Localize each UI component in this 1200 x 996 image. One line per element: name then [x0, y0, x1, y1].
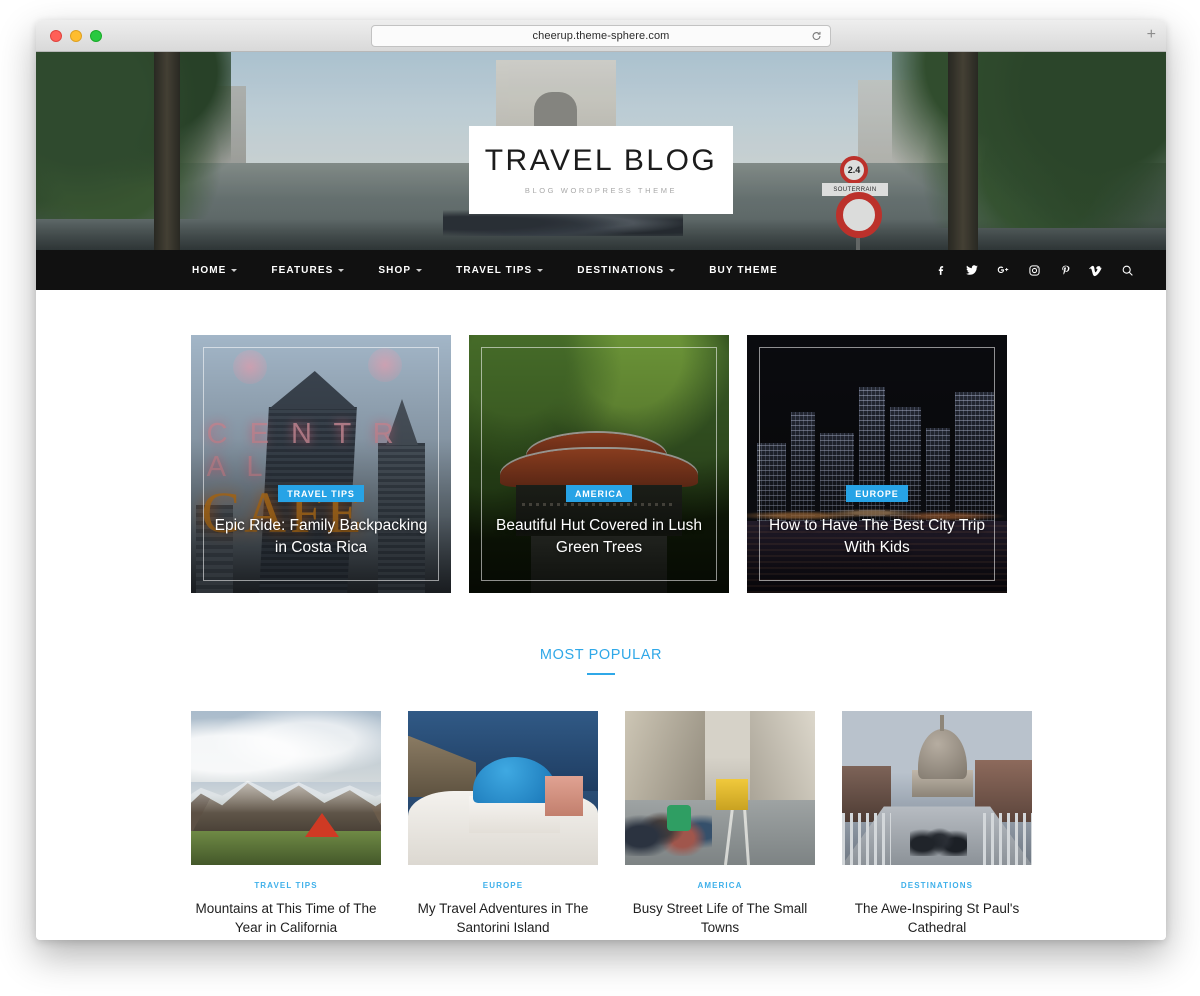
url-text: cheerup.theme-sphere.com: [532, 30, 670, 42]
category-badge[interactable]: AMERICA: [565, 485, 633, 502]
category-badge[interactable]: TRAVEL TIPS: [278, 485, 364, 502]
section-title: MOST POPULAR: [539, 647, 663, 663]
maximize-window-button[interactable]: [90, 29, 102, 42]
category-badge[interactable]: EUROPE: [846, 485, 908, 502]
nav-label: SHOP: [378, 264, 412, 276]
popular-image-mountains[interactable]: [191, 711, 381, 865]
chevron-down-icon: [231, 269, 238, 272]
instagram-icon[interactable]: [1027, 263, 1041, 277]
reload-icon[interactable]: [811, 31, 822, 42]
twitter-icon[interactable]: [965, 263, 979, 277]
site-title: TRAVEL BLOG: [484, 143, 718, 177]
popular-category[interactable]: EUROPE: [408, 881, 598, 890]
popular-card[interactable]: DESTINATIONS The Awe-Inspiring St Paul's…: [842, 711, 1032, 937]
google-plus-icon[interactable]: [996, 263, 1010, 277]
featured-card[interactable]: AMERICA Beautiful Hut Covered in Lush Gr…: [469, 335, 729, 593]
chevron-down-icon: [338, 269, 345, 272]
featured-posts-row: C E N T R A L CAFE TRAVEL TIPS Epic Ride…: [36, 335, 1166, 593]
section-underline: [587, 673, 615, 675]
popular-title[interactable]: Busy Street Life of The Small Towns: [625, 899, 815, 937]
nav-label: TRAVEL TIPS: [456, 264, 533, 276]
nav-item-home[interactable]: HOME: [192, 264, 238, 276]
popular-category[interactable]: TRAVEL TIPS: [191, 881, 381, 890]
nav-menu: HOME FEATURES SHOP TRAVEL TIPS DESTINATI…: [192, 265, 778, 276]
close-window-button[interactable]: [50, 29, 62, 42]
popular-title[interactable]: The Awe-Inspiring St Paul's Cathedral: [842, 899, 1032, 937]
nav-item-buy-theme[interactable]: BUY THEME: [709, 265, 778, 276]
featured-title[interactable]: Beautiful Hut Covered in Lush Green Tree…: [491, 515, 707, 559]
pinterest-icon[interactable]: [1058, 263, 1072, 277]
nav-label: BUY THEME: [709, 264, 778, 276]
popular-title[interactable]: Mountains at This Time of The Year in Ca…: [191, 899, 381, 937]
vimeo-icon[interactable]: [1089, 263, 1103, 277]
nav-item-shop[interactable]: SHOP: [378, 264, 423, 276]
new-tab-button[interactable]: +: [1147, 27, 1156, 43]
popular-title[interactable]: My Travel Adventures in The Santorini Is…: [408, 899, 598, 937]
popular-image-street-tram[interactable]: [625, 711, 815, 865]
nav-label: DESTINATIONS: [577, 264, 665, 276]
browser-titlebar: cheerup.theme-sphere.com +: [36, 20, 1166, 52]
popular-card[interactable]: AMERICA Busy Street Life of The Small To…: [625, 711, 815, 937]
main-content: C E N T R A L CAFE TRAVEL TIPS Epic Ride…: [36, 290, 1166, 938]
featured-card[interactable]: EUROPE How to Have The Best City Trip Wi…: [747, 335, 1007, 593]
featured-title[interactable]: How to Have The Best City Trip With Kids: [769, 515, 985, 559]
featured-title[interactable]: Epic Ride: Family Backpacking in Costa R…: [213, 515, 429, 559]
popular-image-st-pauls[interactable]: [842, 711, 1032, 865]
popular-card[interactable]: EUROPE My Travel Adventures in The Santo…: [408, 711, 598, 937]
nav-item-features[interactable]: FEATURES: [271, 264, 345, 276]
chevron-down-icon: [416, 269, 423, 272]
site-tagline: BLOG WORDPRESS THEME: [524, 185, 678, 195]
popular-posts-grid: TRAVEL TIPS Mountains at This Time of Th…: [36, 711, 1166, 937]
popular-card[interactable]: TRAVEL TIPS Mountains at This Time of Th…: [191, 711, 381, 937]
nav-item-destinations[interactable]: DESTINATIONS: [577, 264, 676, 276]
minimize-window-button[interactable]: [70, 29, 82, 42]
popular-category[interactable]: DESTINATIONS: [842, 881, 1032, 890]
search-icon[interactable]: [1120, 263, 1134, 277]
social-links: [934, 250, 1134, 290]
chevron-down-icon: [537, 269, 544, 272]
popular-category[interactable]: AMERICA: [625, 881, 815, 890]
chevron-down-icon: [669, 269, 676, 272]
popular-image-santorini[interactable]: [408, 711, 598, 865]
site-hero-header: 2.4 SOUTERRAIN TRAVEL BLOG BLOG WORDPRES…: [36, 52, 1166, 250]
section-header: MOST POPULAR: [36, 647, 1166, 675]
nav-label: HOME: [192, 264, 227, 276]
nav-item-travel-tips[interactable]: TRAVEL TIPS: [456, 264, 544, 276]
browser-window: cheerup.theme-sphere.com + 2.4 SOUTERRAI…: [36, 20, 1166, 940]
window-controls: [50, 29, 102, 42]
site-logo[interactable]: TRAVEL BLOG BLOG WORDPRESS THEME: [469, 126, 733, 214]
main-navigation: HOME FEATURES SHOP TRAVEL TIPS DESTINATI…: [36, 250, 1166, 290]
facebook-icon[interactable]: [934, 263, 948, 277]
address-bar[interactable]: cheerup.theme-sphere.com: [371, 25, 831, 47]
nav-label: FEATURES: [271, 264, 334, 276]
featured-card[interactable]: C E N T R A L CAFE TRAVEL TIPS Epic Ride…: [191, 335, 451, 593]
